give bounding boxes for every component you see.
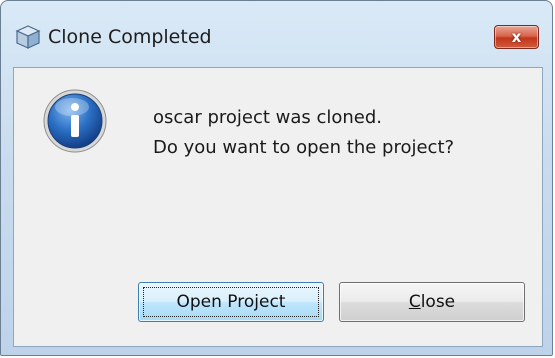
- message-line: Do you want to open the project?: [153, 137, 455, 158]
- cube-icon: [15, 25, 41, 49]
- open-project-button[interactable]: Open Project: [138, 282, 324, 322]
- info-icon: [43, 89, 107, 153]
- dialog-content: oscar project was cloned. Do you want to…: [13, 67, 543, 347]
- window-close-button[interactable]: x: [494, 25, 539, 49]
- close-label-mnemonic: C: [408, 292, 421, 312]
- close-button[interactable]: Close: [339, 282, 525, 322]
- dialog-title: Clone Completed: [48, 26, 212, 48]
- close-label: lose: [420, 292, 456, 312]
- close-icon: x: [511, 27, 522, 46]
- open-project-label: Open Project: [176, 292, 286, 312]
- message-line: oscar project was cloned.: [153, 107, 383, 128]
- title-bar[interactable]: Clone Completed x: [1, 1, 552, 59]
- dialog-window: Clone Completed x oscar project was clon…: [0, 0, 553, 356]
- dialog-message: oscar project was cloned. Do you want to…: [153, 103, 454, 163]
